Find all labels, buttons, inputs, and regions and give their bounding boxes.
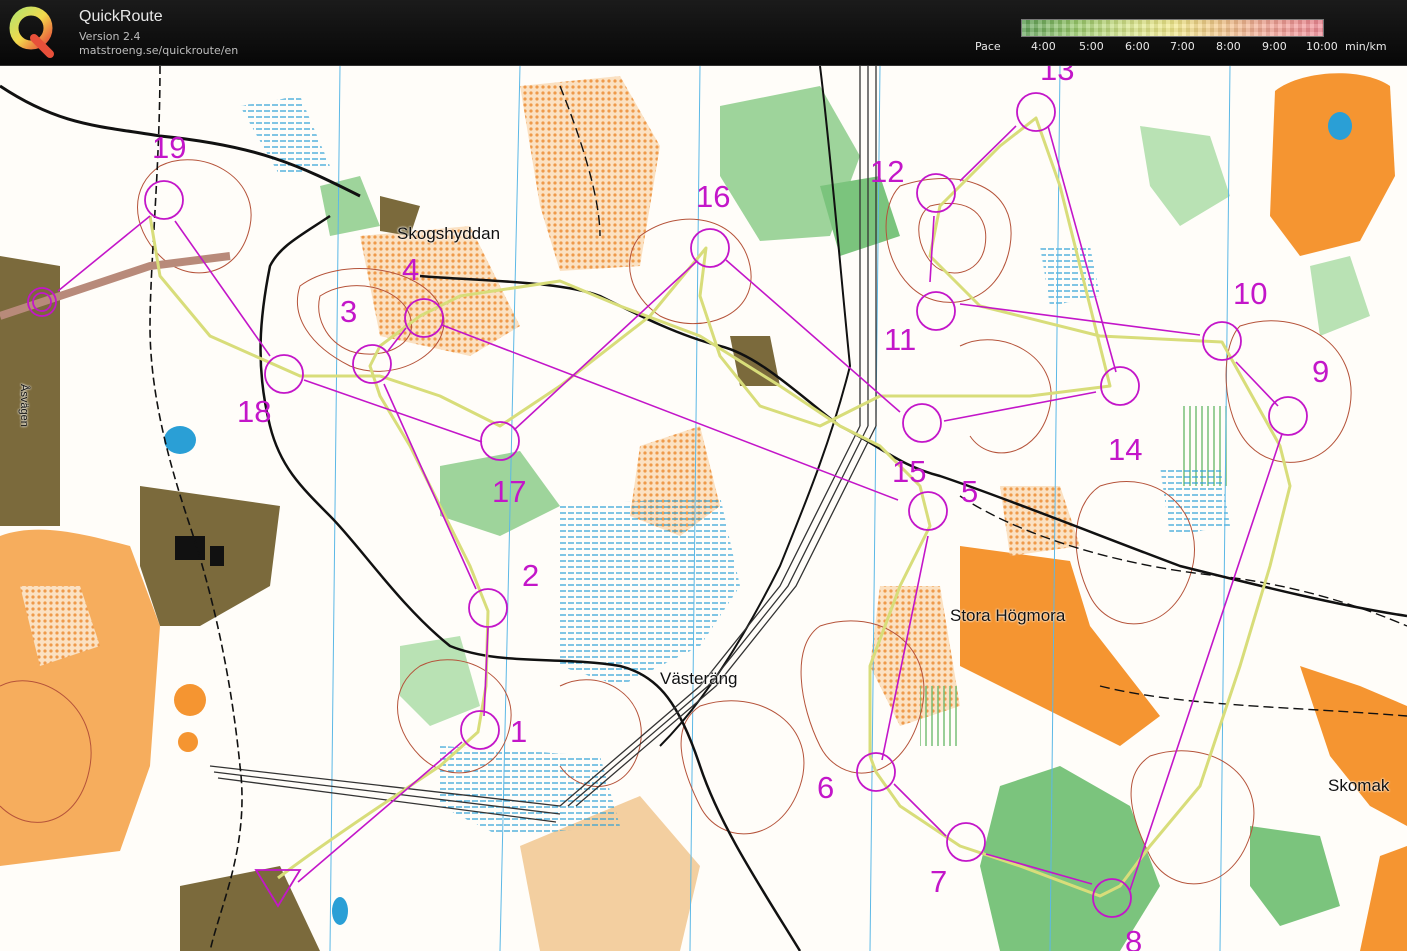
control-circle[interactable]	[480, 421, 520, 461]
pond	[164, 426, 196, 454]
control-circle[interactable]	[916, 291, 956, 331]
forest-stripes	[920, 686, 960, 746]
open-land	[1270, 73, 1395, 257]
control-circle[interactable]	[144, 180, 184, 220]
place-label-asvagen: Åsvägen	[18, 384, 30, 427]
control-circle[interactable]	[908, 491, 948, 531]
forest-green	[1140, 126, 1230, 226]
control-number-15: 15	[892, 454, 927, 489]
app-header: QuickRoute Version 2.4 matstroeng.se/qui…	[0, 0, 1407, 66]
tank	[178, 732, 198, 752]
building	[210, 546, 224, 566]
control-number-18: 18	[237, 394, 272, 429]
forest-green	[1250, 826, 1340, 926]
control-number-2: 2	[522, 558, 540, 593]
place-label-stora-hogmora: Stora Högmora	[950, 606, 1066, 625]
control-number-5: 5	[961, 474, 979, 509]
building	[175, 536, 205, 560]
place-label-vasterang: Västeräng	[660, 669, 738, 688]
pace-tick: min/km	[1345, 40, 1387, 53]
orienteering-map[interactable]: Skogshyddan Stora Högmora Västeräng Skom…	[0, 66, 1407, 951]
pace-tick-labels: 4:00 5:00 6:00 7:00 8:00 9:00 10:00 min/…	[0, 40, 1407, 54]
forest-green	[320, 176, 380, 236]
open-land	[1360, 846, 1407, 951]
place-label-skomak: Skomak	[1328, 776, 1390, 795]
control-number-14: 14	[1108, 432, 1143, 467]
pond	[1328, 112, 1352, 140]
control-number-3: 3	[340, 294, 358, 329]
control-circle[interactable]	[690, 228, 730, 268]
open-land	[0, 529, 160, 866]
control-number-17: 17	[492, 474, 527, 509]
control-circle[interactable]	[1016, 92, 1056, 132]
pace-tick: 6:00	[1125, 40, 1150, 53]
control-number-8: 8	[1125, 924, 1143, 951]
control-number-6: 6	[817, 770, 835, 805]
marsh	[240, 96, 330, 176]
place-label-skogshyddan: Skogshyddan	[397, 224, 501, 243]
pace-tick: 5:00	[1079, 40, 1104, 53]
open-land	[960, 546, 1160, 746]
marsh	[1040, 246, 1100, 306]
pace-tick: 10:00	[1306, 40, 1338, 53]
control-circle[interactable]	[902, 403, 942, 443]
control-number-1: 1	[510, 714, 528, 749]
control-number-9: 9	[1312, 354, 1330, 389]
pace-tick: 7:00	[1170, 40, 1195, 53]
pace-tick: 8:00	[1216, 40, 1241, 53]
control-number-19: 19	[152, 130, 187, 165]
control-number-4: 4	[402, 252, 420, 287]
forest-green	[400, 636, 480, 726]
control-circle[interactable]	[1268, 396, 1308, 436]
pace-tick: 4:00	[1031, 40, 1056, 53]
open-land	[1300, 666, 1407, 826]
forest-green	[1310, 256, 1370, 336]
marsh	[560, 496, 740, 686]
pace-tick: 9:00	[1262, 40, 1287, 53]
control-number-10: 10	[1233, 276, 1268, 311]
control-circle[interactable]	[916, 173, 956, 213]
pond	[332, 897, 348, 925]
app-title: QuickRoute	[79, 8, 163, 25]
tank	[174, 684, 206, 716]
settlement	[180, 866, 320, 951]
control-number-11: 11	[884, 322, 917, 357]
control-number-7: 7	[930, 864, 948, 899]
rough-open-land	[1000, 486, 1080, 556]
pace-color-scale	[1021, 19, 1324, 37]
control-number-13: 13	[1040, 66, 1075, 87]
control-number-16: 16	[696, 179, 731, 214]
control-number-12: 12	[870, 154, 905, 189]
marsh	[1160, 466, 1230, 536]
